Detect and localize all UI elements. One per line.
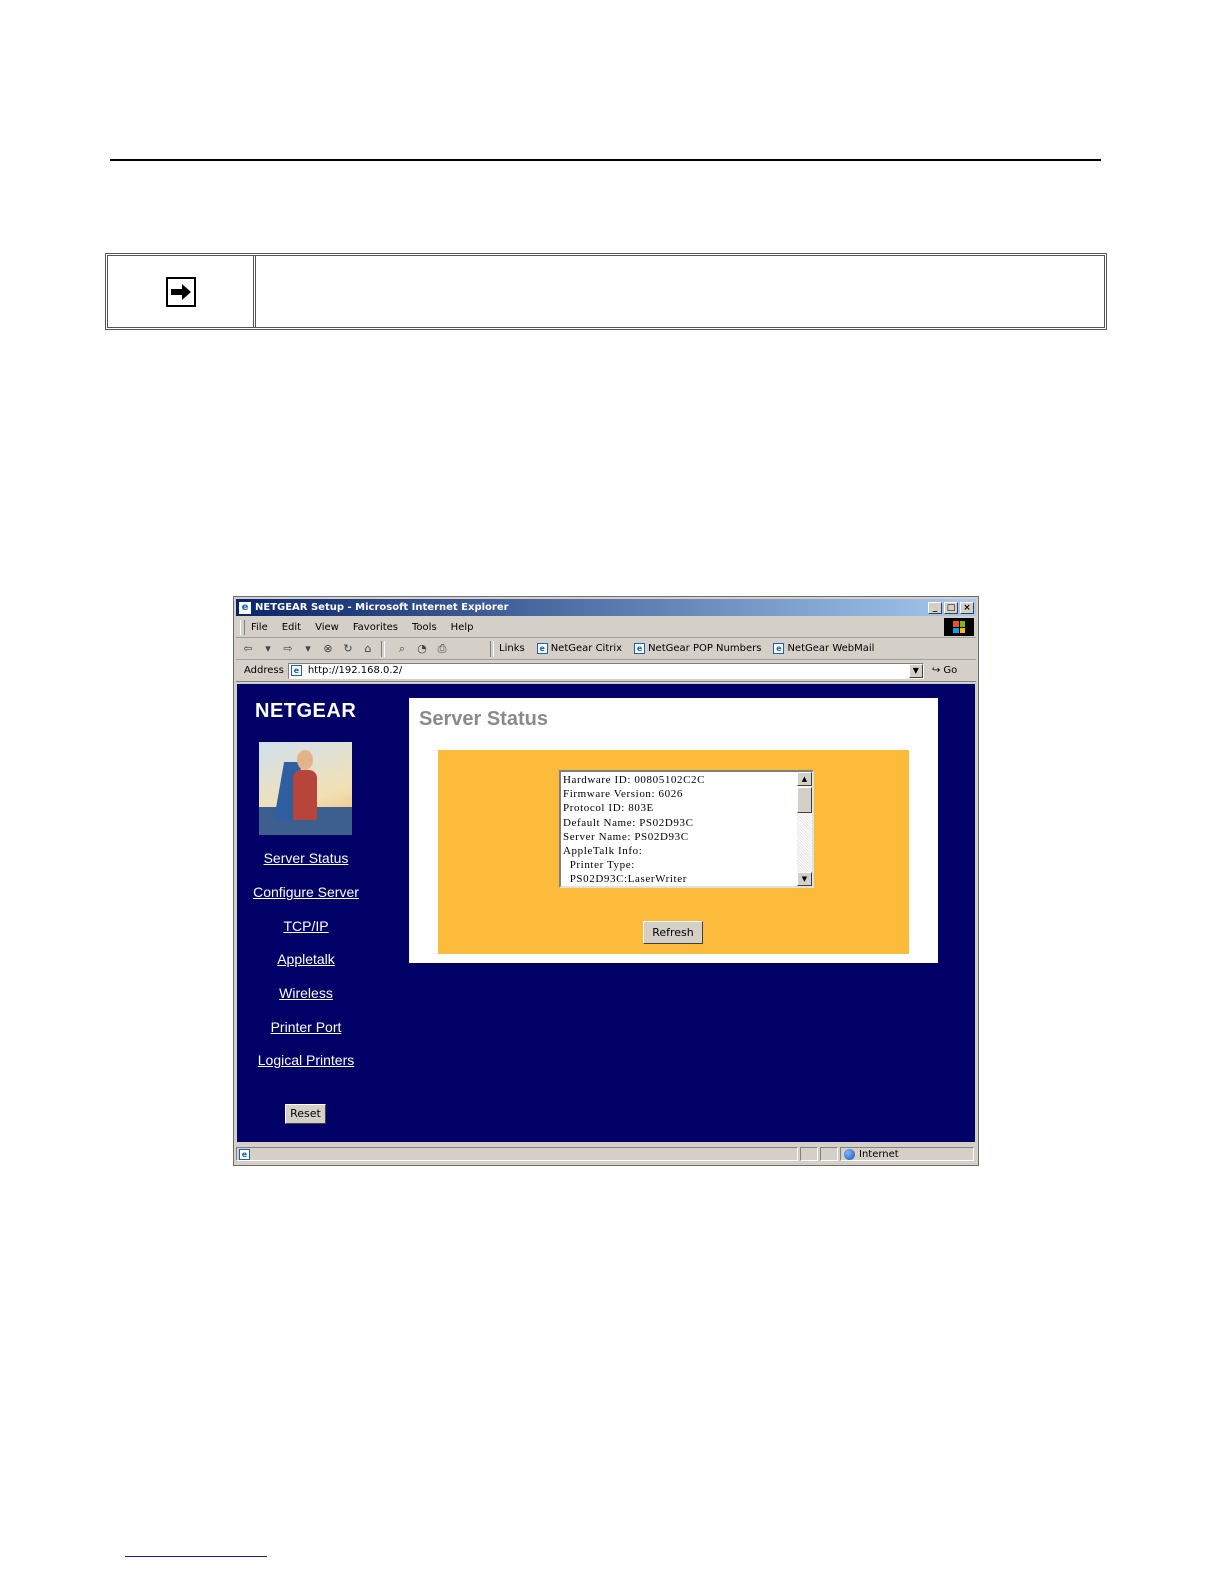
- scroll-down-icon[interactable]: ▼: [797, 872, 812, 886]
- scroll-up-icon[interactable]: ▲: [797, 772, 812, 786]
- standard-toolbar: ⇦ ▾ ⇨ ▾ ⊗ ↻ ⌂ ⌕ ◔ ⎙ Links e NetGear Citri…: [236, 638, 976, 660]
- back-icon[interactable]: ⇦: [240, 641, 256, 657]
- refresh-icon[interactable]: ↻: [340, 641, 356, 657]
- nav-tcpip[interactable]: TCP/IP: [237, 918, 375, 934]
- nav-configure-server[interactable]: Configure Server: [237, 884, 375, 900]
- address-label: Address: [244, 665, 284, 676]
- vertical-scrollbar[interactable]: ▲ ▼: [797, 772, 812, 886]
- address-bar: Address e http://192.168.0.2/ ▼ ↪ Go: [236, 660, 976, 682]
- menu-file[interactable]: File: [251, 622, 268, 633]
- home-icon[interactable]: ⌂: [360, 641, 376, 657]
- status-message: e: [236, 1147, 798, 1161]
- ie-page-icon: e: [634, 643, 646, 654]
- go-button[interactable]: ↪ Go: [932, 665, 957, 676]
- scroll-thumb[interactable]: [797, 787, 812, 813]
- minimize-button[interactable]: _: [928, 601, 942, 614]
- reset-button[interactable]: Reset: [285, 1104, 326, 1124]
- status-bar: e Internet: [236, 1145, 976, 1163]
- windows-logo-icon: [944, 618, 974, 636]
- footer-divider: [125, 1556, 267, 1557]
- page-title: Server Status: [419, 708, 548, 730]
- top-divider: [110, 159, 1101, 161]
- menu-bar: File Edit View Favorites Tools Help: [236, 617, 976, 638]
- print-icon[interactable]: ⎙: [434, 641, 450, 657]
- history-icon[interactable]: ◔: [414, 641, 430, 657]
- status-area: Hardware ID: 00805102C2C Firmware Versio…: [438, 750, 909, 954]
- ie-page-icon: e: [773, 643, 785, 654]
- menu-favorites[interactable]: Favorites: [353, 622, 398, 633]
- status-cell: [800, 1147, 818, 1161]
- security-zone: Internet: [840, 1147, 974, 1161]
- menu-tools[interactable]: Tools: [412, 622, 437, 633]
- note-text-cell: [256, 256, 1104, 327]
- search-icon[interactable]: ⌕: [394, 641, 410, 657]
- refresh-button[interactable]: Refresh: [643, 921, 703, 944]
- ie-page-icon: e: [536, 643, 548, 654]
- window-title: NETGEAR Setup - Microsoft Internet Explo…: [255, 602, 509, 613]
- stop-icon[interactable]: ⊗: [320, 641, 336, 657]
- address-input[interactable]: e http://192.168.0.2/ ▼: [287, 662, 924, 679]
- server-status-panel: Server Status Hardware ID: 00805102C2C F…: [409, 698, 938, 963]
- ie-page-icon: e: [290, 665, 302, 676]
- back-dropdown-icon[interactable]: ▾: [260, 641, 276, 657]
- link-netgear-webmail[interactable]: e NetGear WebMail: [773, 643, 874, 654]
- forward-dropdown-icon[interactable]: ▾: [300, 641, 316, 657]
- title-bar: e NETGEAR Setup - Microsoft Internet Exp…: [236, 599, 976, 616]
- status-cell: [820, 1147, 838, 1161]
- note-icon-cell: [108, 256, 256, 327]
- page-content: NETGEAR Server Status Configure Server T…: [237, 684, 975, 1142]
- ie-page-icon: e: [239, 1148, 250, 1160]
- nav-printer-port[interactable]: Printer Port: [237, 1019, 375, 1035]
- nav-wireless[interactable]: Wireless: [237, 985, 375, 1001]
- link-netgear-pop-numbers[interactable]: e NetGear POP Numbers: [634, 643, 761, 654]
- toolbar-grip[interactable]: [240, 619, 245, 635]
- toolbar-separator: [381, 640, 385, 657]
- menu-view[interactable]: View: [315, 622, 339, 633]
- chevron-down-icon[interactable]: ▼: [908, 663, 923, 678]
- globe-icon: [844, 1148, 855, 1160]
- links-label: Links: [499, 643, 525, 654]
- menu-edit[interactable]: Edit: [282, 622, 301, 633]
- note-box: [105, 253, 1107, 330]
- status-text: Hardware ID: 00805102C2C Firmware Versio…: [563, 774, 706, 886]
- arrow-right-icon: [165, 276, 196, 307]
- address-value: http://192.168.0.2/: [307, 665, 403, 676]
- status-textarea[interactable]: Hardware ID: 00805102C2C Firmware Versio…: [559, 770, 814, 888]
- link-netgear-citrix[interactable]: e NetGear Citrix: [536, 643, 622, 654]
- nav-server-status[interactable]: Server Status: [237, 850, 375, 866]
- ie-icon: e: [239, 601, 251, 614]
- nav-logical-printers[interactable]: Logical Printers: [237, 1052, 375, 1068]
- forward-icon[interactable]: ⇨: [280, 641, 296, 657]
- browser-window: e NETGEAR Setup - Microsoft Internet Exp…: [233, 596, 979, 1166]
- hero-illustration: [259, 742, 352, 835]
- close-button[interactable]: ×: [960, 601, 974, 614]
- toolbar-separator: [490, 640, 494, 657]
- menu-help[interactable]: Help: [451, 622, 474, 633]
- brand-logo: NETGEAR: [255, 700, 357, 722]
- maximize-button[interactable]: □: [944, 601, 958, 614]
- nav-appletalk[interactable]: Appletalk: [237, 951, 375, 967]
